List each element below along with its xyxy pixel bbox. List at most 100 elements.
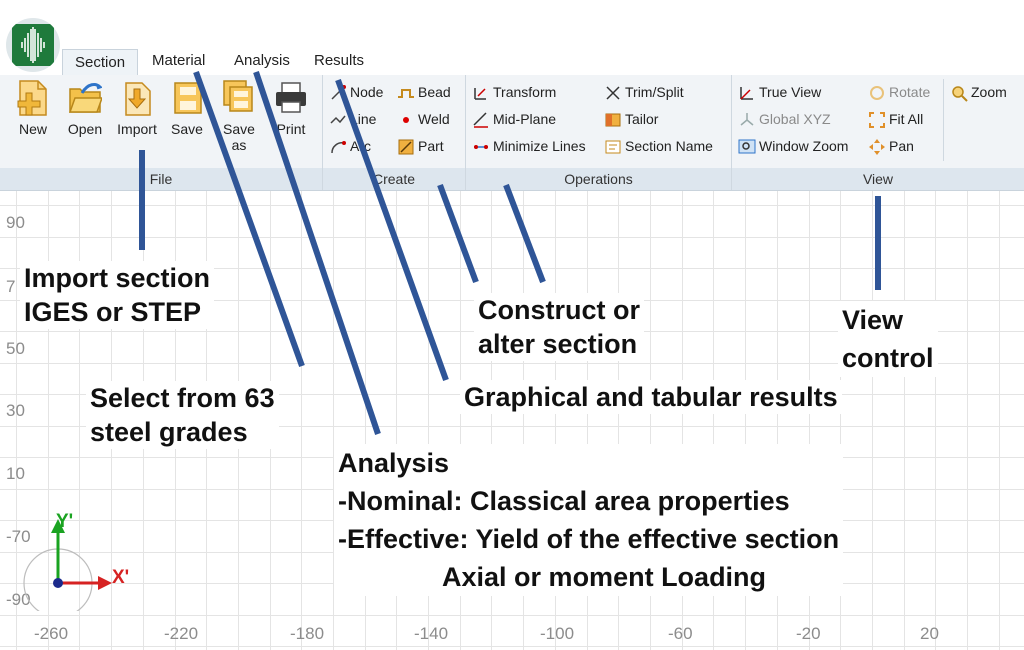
file-group-label: File [0, 168, 322, 190]
x-tick-label: 20 [920, 624, 939, 643]
tailor-button[interactable]: Tailor [604, 107, 658, 131]
x-tick-label: -180 [290, 624, 325, 643]
bead-label: Bead [418, 84, 451, 100]
bead-icon [398, 89, 414, 99]
line-label: Line [350, 111, 377, 127]
import-button-label: Import [117, 121, 157, 137]
callout-analysis: Analysis -Nominal: Classical area proper… [334, 444, 844, 596]
node-label: Node [350, 84, 384, 100]
true-view-button[interactable]: True View [738, 80, 821, 104]
section-name-icon [605, 140, 621, 154]
operations-group: Transform Mid-Plane Minimize Lines Trim/… [466, 75, 732, 190]
fit-all-icon [869, 112, 885, 129]
section-name-label: Section Name [625, 138, 713, 154]
y-tick-label: 30 [6, 401, 25, 420]
true-view-icon [740, 87, 753, 101]
window-zoom-icon [738, 139, 756, 154]
grid-line [0, 237, 1024, 238]
tab-results[interactable]: Results [302, 47, 376, 75]
save-as-button-label: Save as [223, 121, 255, 153]
transform-label: Transform [493, 84, 557, 100]
mid-plane-icon [473, 112, 488, 129]
trim-split-label: Trim/Split [625, 84, 684, 100]
new-button[interactable]: New [10, 79, 56, 137]
grid-line [967, 191, 968, 650]
fit-all-button[interactable]: Fit All [868, 107, 923, 131]
tab-section[interactable]: Section [62, 49, 139, 77]
part-label: Part [418, 138, 444, 154]
arc-button[interactable]: Arc [329, 134, 371, 158]
node-icon [331, 85, 346, 100]
pan-button[interactable]: Pan [868, 134, 914, 158]
y-tick-label: 50 [6, 339, 25, 358]
minimize-lines-button[interactable]: Minimize Lines [472, 134, 586, 158]
pan-icon [869, 139, 885, 156]
save-as-icon [223, 80, 253, 112]
part-icon [398, 139, 414, 155]
tailor-label: Tailor [625, 111, 659, 127]
new-file-icon [17, 80, 47, 116]
transform-button[interactable]: Transform [472, 80, 556, 104]
grid-line [872, 191, 873, 650]
view-separator [943, 79, 944, 161]
line-button[interactable]: Line [329, 107, 376, 131]
mid-plane-label: Mid-Plane [493, 111, 557, 127]
y-tick-label: 10 [6, 464, 25, 483]
weld-button[interactable]: Weld [397, 107, 450, 131]
import-button[interactable]: Import [112, 79, 162, 137]
create-group: Node Line Arc Bead Weld Part Create [323, 75, 466, 190]
import-icon [125, 82, 151, 116]
open-folder-icon [68, 83, 102, 113]
weld-icon [403, 117, 409, 124]
save-as-button[interactable]: Save as [216, 79, 262, 153]
open-button-label: Open [67, 121, 103, 137]
rotate-label: Rotate [889, 84, 931, 100]
fit-all-label: Fit All [889, 111, 924, 127]
global-xyz-button[interactable]: Global XYZ [738, 107, 831, 131]
save-button[interactable]: Save [164, 79, 210, 137]
zoom-button[interactable]: Zoom [950, 80, 1007, 104]
grid-line [0, 205, 1024, 206]
bead-button[interactable]: Bead [397, 80, 451, 104]
create-group-label: Create [323, 168, 465, 190]
mid-plane-button[interactable]: Mid-Plane [472, 107, 556, 131]
app-logo[interactable] [6, 18, 60, 72]
x-tick-label: -20 [796, 624, 821, 643]
transform-icon [474, 88, 486, 101]
zoom-icon [952, 86, 968, 103]
node-button[interactable]: Node [329, 80, 383, 104]
save-icon [174, 82, 202, 114]
tab-analysis[interactable]: Analysis [222, 47, 302, 75]
zoom-label: Zoom [971, 84, 1007, 100]
tailor-icon [605, 113, 621, 127]
callout-import: Import section IGES or STEP [20, 261, 215, 329]
open-button[interactable]: Open [62, 79, 108, 137]
minimize-lines-icon [474, 145, 488, 150]
grid-line [935, 191, 936, 650]
logo-waveform-icon [21, 27, 45, 63]
save-button-label: Save [171, 121, 203, 137]
rotate-icon [870, 86, 884, 101]
section-name-button[interactable]: Section Name [604, 134, 713, 158]
y-tick-label: 7 [6, 277, 16, 296]
rotate-button[interactable]: Rotate [868, 80, 930, 104]
x-tick-label: -220 [164, 624, 199, 643]
printer-icon [276, 82, 306, 113]
callout-view: View control [838, 301, 938, 377]
arc-icon [331, 141, 346, 154]
new-button-label: New [18, 121, 47, 137]
part-button[interactable]: Part [397, 134, 444, 158]
grid-line [301, 191, 302, 650]
drawing-canvas[interactable]: 90 7 50 30 10 -70 -90 -260 -220 -180 -14… [0, 191, 1024, 650]
tab-material[interactable]: Material [140, 47, 217, 75]
trim-split-icon [606, 86, 620, 100]
trim-split-button[interactable]: Trim/Split [604, 80, 684, 104]
pan-label: Pan [889, 138, 914, 154]
grid-line [904, 191, 905, 650]
weld-label: Weld [418, 111, 450, 127]
callout-material: Select from 63 steel grades [86, 381, 279, 449]
x-axis-label: X' [112, 567, 130, 588]
print-button[interactable]: Print [268, 79, 314, 137]
line-icon [330, 115, 346, 124]
window-zoom-button[interactable]: Window Zoom [738, 134, 848, 158]
